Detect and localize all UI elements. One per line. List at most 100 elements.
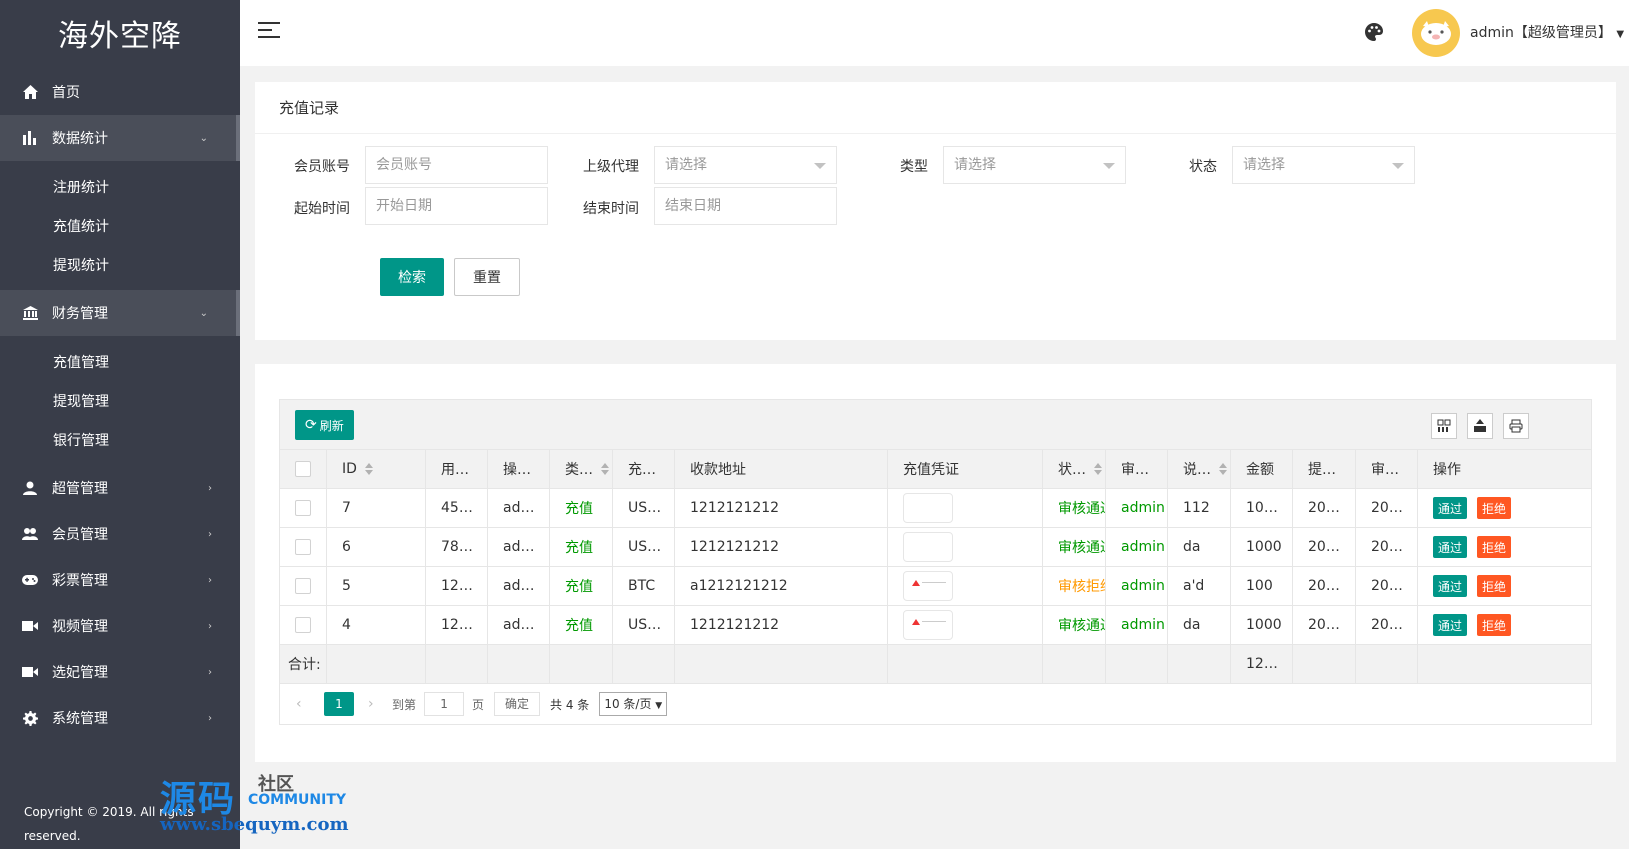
select-all-checkbox[interactable] [295, 461, 311, 477]
sidebar-item-label: 超管管理 [52, 481, 108, 497]
cell-coin: US… [613, 489, 675, 527]
reset-button[interactable]: 重置 [454, 258, 520, 296]
sidebar-subitem-bank-manage[interactable]: 银行管理 [0, 420, 240, 459]
user-menu[interactable]: admin【超级管理员】 ▼ [1470, 22, 1624, 42]
sidebar-item-video[interactable]: 视频管理 › [0, 603, 240, 649]
sidebar-subitem-recharge-stats[interactable]: 充值统计 [0, 206, 240, 245]
row-checkbox[interactable] [295, 578, 311, 594]
approve-button[interactable]: 通过 [1433, 536, 1468, 558]
sidebar-subitem-recharge-manage[interactable]: 充值管理 [0, 342, 240, 381]
sort-icon[interactable] [364, 463, 373, 475]
approve-button[interactable]: 通过 [1433, 614, 1468, 636]
header-auditor[interactable]: 审… [1106, 450, 1168, 488]
total-empty-cell [1168, 645, 1231, 683]
bar-chart-icon [22, 130, 38, 146]
approve-button[interactable]: 通过 [1433, 497, 1468, 519]
cell-coin: US… [613, 528, 675, 566]
sort-icon[interactable] [1219, 463, 1227, 475]
sidebar-item-data-stats[interactable]: 数据统计 ⌄ [0, 115, 240, 161]
start-date-input[interactable]: 开始日期 [365, 187, 548, 225]
sidebar-item-label: 会员管理 [52, 527, 108, 543]
export-icon[interactable] [1467, 413, 1493, 439]
sidebar-item-home[interactable]: 首页 [0, 69, 240, 115]
voucher-thumbnail[interactable] [903, 610, 953, 640]
menu-toggle-icon[interactable] [258, 22, 280, 42]
video-icon [22, 664, 38, 680]
sort-icon[interactable] [1094, 463, 1102, 475]
end-date-input[interactable]: 结束日期 [654, 187, 837, 225]
header-user[interactable]: 用… [426, 450, 488, 488]
reject-button[interactable]: 拒绝 [1477, 614, 1512, 636]
page-size-select[interactable]: 10 条/页 ▼ [599, 692, 668, 716]
header-operator[interactable]: 操… [488, 450, 550, 488]
member-account-input[interactable]: 会员账号 [365, 146, 548, 184]
search-button[interactable]: 检索 [380, 258, 444, 296]
sidebar-item-selection[interactable]: 选妃管理 › [0, 649, 240, 695]
palette-icon[interactable] [1365, 23, 1383, 45]
status-label: 状态 [1189, 159, 1217, 175]
sidebar-subitem-register-stats[interactable]: 注册统计 [0, 167, 240, 206]
header-submit-time[interactable]: 提… [1293, 450, 1356, 488]
agent-select[interactable]: 请选择 [654, 146, 837, 184]
avatar[interactable] [1412, 9, 1460, 57]
sidebar-item-label: 视频管理 [52, 619, 108, 635]
sidebar-item-finance[interactable]: 财务管理 ⌄ [0, 290, 240, 336]
top-header: admin【超级管理员】 ▼ [240, 0, 1629, 66]
refresh-icon: ⟳ [305, 417, 317, 433]
end-time-label: 结束时间 [583, 201, 639, 217]
goto-confirm-button[interactable]: 确定 [494, 692, 541, 716]
cell-submit-time: 20… [1293, 489, 1356, 527]
sidebar-item-admin[interactable]: 超管管理 › [0, 465, 240, 511]
type-select[interactable]: 请选择 [943, 146, 1126, 184]
columns-filter-icon[interactable] [1431, 413, 1457, 439]
reject-button[interactable]: 拒绝 [1477, 536, 1512, 558]
row-checkbox-cell [280, 606, 327, 644]
sidebar-item-label: 数据统计 [52, 131, 108, 147]
status-select[interactable]: 请选择 [1232, 146, 1415, 184]
row-checkbox[interactable] [295, 500, 311, 516]
table-row: 4 12… ad… 充值 US… 1212121212 审核通过 admin d… [280, 606, 1591, 645]
header-actions: 操作 [1433, 462, 1461, 478]
reject-button[interactable]: 拒绝 [1477, 575, 1512, 597]
header-status[interactable]: 状… [1043, 450, 1106, 488]
header-note[interactable]: 说… [1168, 450, 1231, 488]
header-id[interactable]: ID [327, 450, 426, 488]
header-amount[interactable]: 金额 [1231, 450, 1293, 488]
start-time-label: 起始时间 [294, 201, 350, 217]
agent-label: 上级代理 [583, 159, 639, 175]
cell-submit-time: 20… [1293, 528, 1356, 566]
sort-icon[interactable] [601, 463, 609, 475]
approve-button[interactable]: 通过 [1433, 575, 1468, 597]
cell-address: 1212121212 [675, 528, 888, 566]
cell-status: 审核通过 [1043, 606, 1106, 644]
current-page[interactable]: 1 [324, 692, 354, 716]
data-table: ⟳ 刷新 ID 用… 操… 类… 充… 收款地址 充值凭证 状… 审… 说… 金… [279, 399, 1592, 725]
header-audit-time[interactable]: 审… [1356, 450, 1418, 488]
member-account-label: 会员账号 [294, 159, 350, 175]
row-checkbox[interactable] [295, 539, 311, 555]
header-coin[interactable]: 充… [613, 450, 675, 488]
cell-type: 充值 [550, 567, 613, 605]
sidebar-subitem-withdraw-manage[interactable]: 提现管理 [0, 381, 240, 420]
header-address[interactable]: 收款地址 [675, 450, 888, 488]
row-checkbox[interactable] [295, 617, 311, 633]
total-empty-cell [675, 645, 888, 683]
voucher-thumbnail[interactable] [903, 571, 953, 601]
sidebar-subitem-withdraw-stats[interactable]: 提现统计 [0, 245, 240, 284]
sidebar-item-system[interactable]: 系统管理 › [0, 695, 240, 741]
refresh-button[interactable]: ⟳ 刷新 [295, 410, 354, 440]
type-select-value: 请选择 [954, 157, 996, 173]
sidebar-item-members[interactable]: 会员管理 › [0, 511, 240, 557]
reject-button[interactable]: 拒绝 [1477, 497, 1512, 519]
sidebar-item-lottery[interactable]: 彩票管理 › [0, 557, 240, 603]
cell-note: da [1168, 528, 1231, 566]
header-type[interactable]: 类… [550, 450, 613, 488]
cell-operator: ad… [488, 528, 550, 566]
prev-page-icon[interactable]: ‹ [296, 696, 316, 712]
next-page-icon[interactable]: › [368, 696, 388, 712]
voucher-thumbnail[interactable] [903, 493, 953, 523]
voucher-thumbnail[interactable] [903, 532, 953, 562]
page-number-input[interactable]: 1 [424, 692, 465, 716]
print-icon[interactable] [1503, 413, 1529, 439]
header-voucher[interactable]: 充值凭证 [888, 450, 1043, 488]
